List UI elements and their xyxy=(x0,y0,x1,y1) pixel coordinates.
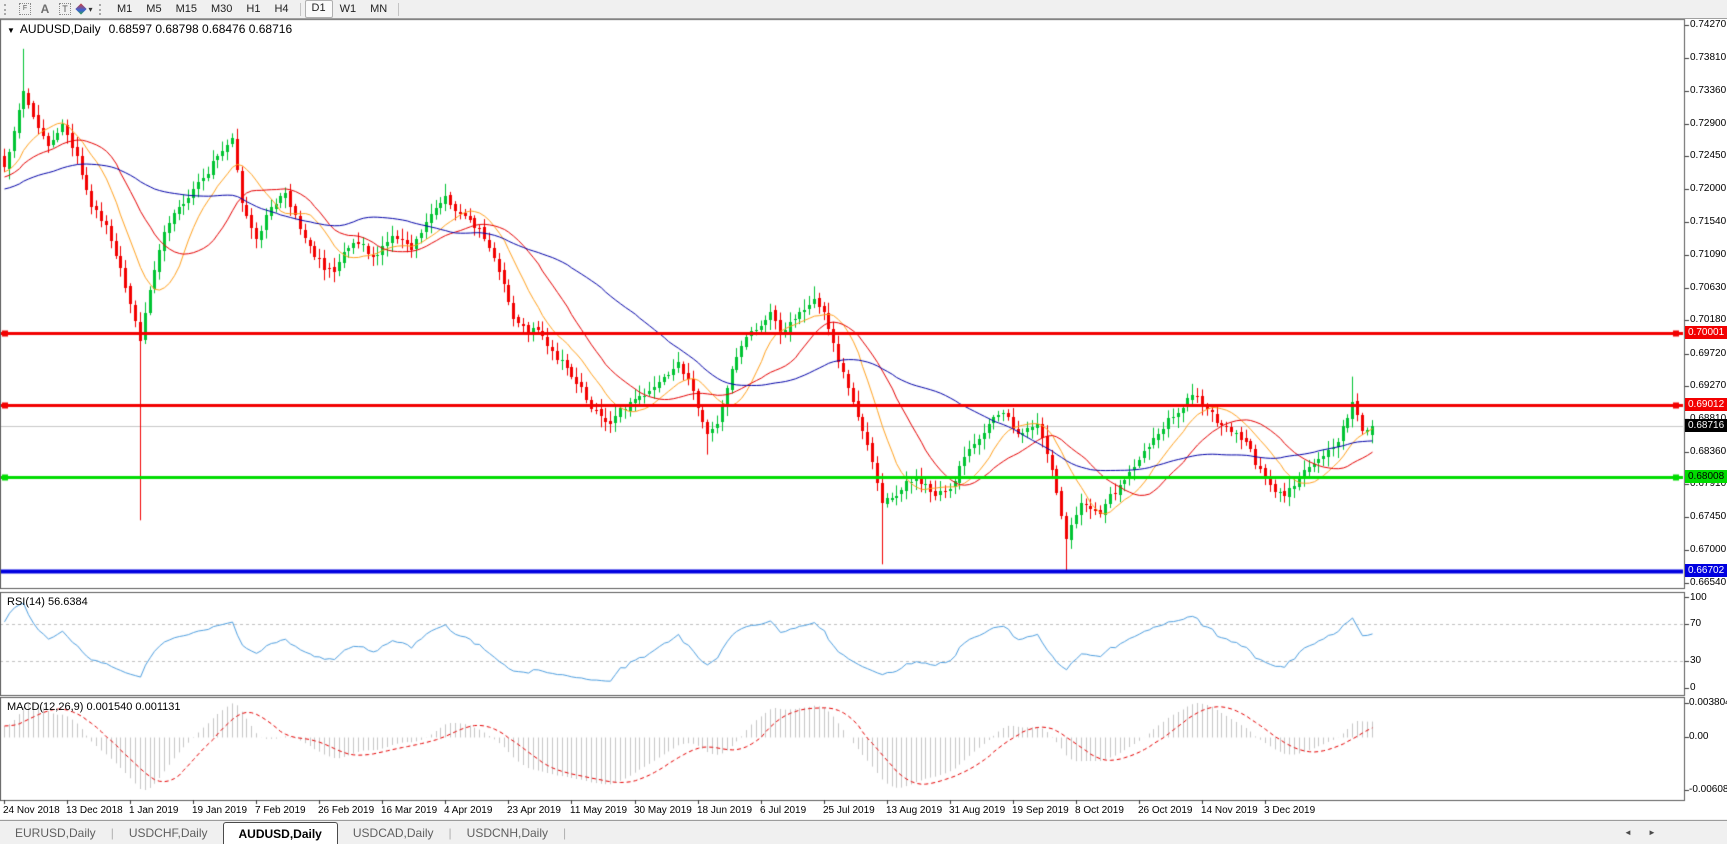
chart-ohlc-values: 0.68597 0.68798 0.68476 0.68716 xyxy=(108,22,293,36)
chart-tab-usdchf[interactable]: USDCHF,Daily xyxy=(114,821,223,844)
tab-separator: | xyxy=(563,826,567,840)
chart-tab-bar: EURUSD,Daily | USDCHF,Daily AUDUSD,Daily USD… xyxy=(0,820,1727,844)
chart-tab-usdcad[interactable]: USDCAD,Daily xyxy=(338,821,449,844)
timeframe-button-d1[interactable]: D1 xyxy=(304,0,333,18)
symbol-dropdown-icon[interactable]: ▼ xyxy=(7,26,15,35)
chart-tab-audusd[interactable]: AUDUSD,Daily xyxy=(222,822,338,844)
timeframe-button-mn[interactable]: MN xyxy=(363,1,394,17)
chart-tab-eurusd[interactable]: EURUSD,Daily xyxy=(0,821,111,844)
timeframe-button-m5[interactable]: M5 xyxy=(139,1,168,17)
toolbar-separator xyxy=(398,2,400,16)
text-tool-icon[interactable]: A xyxy=(35,1,55,17)
arrows-tool-icon[interactable]: ▾ xyxy=(75,1,95,17)
trading-terminal-window: F A T ▾ M1 M5 M15 M30 H1 H4 D1 W1 MN ▼ AUDUSD,Daily 0.… xyxy=(0,0,1727,844)
tab-scroll-left-icon[interactable]: ◄ xyxy=(1624,828,1632,837)
chart-symbol-period: AUDUSD,Daily xyxy=(19,22,101,36)
fibonacci-tool-icon[interactable]: F xyxy=(15,1,35,17)
chart-tab-usdcnh[interactable]: USDCNH,Daily xyxy=(452,821,563,844)
timeframe-button-h4[interactable]: H4 xyxy=(267,1,295,17)
tab-scroll-right-icon[interactable]: ► xyxy=(1648,828,1656,837)
timeframe-button-w1[interactable]: W1 xyxy=(333,1,364,17)
timeframe-button-m30[interactable]: M30 xyxy=(204,1,239,17)
timeframe-button-m15[interactable]: M15 xyxy=(169,1,204,17)
text-label-glyph: T xyxy=(59,3,71,15)
toolbar-grip xyxy=(4,3,9,15)
toolbar-separator xyxy=(299,2,301,16)
text-label-tool-icon[interactable]: T xyxy=(55,1,75,17)
macd-indicator-label: MACD(12,26,9) 0.001540 0.001131 xyxy=(7,701,181,713)
fibonacci-glyph: F xyxy=(19,3,31,15)
price-chart-canvas[interactable] xyxy=(0,0,1727,844)
rsi-indicator-label: RSI(14) 56.6384 xyxy=(7,596,88,608)
toolbar-grip xyxy=(99,3,104,15)
dropdown-caret-icon: ▾ xyxy=(88,4,93,14)
timeframe-button-h1[interactable]: H1 xyxy=(239,1,267,17)
timeframe-button-m1[interactable]: M1 xyxy=(110,1,139,17)
text-tool-glyph: A xyxy=(40,2,50,16)
arrows-diamond-glyph xyxy=(75,3,88,15)
chart-toolbar: F A T ▾ M1 M5 M15 M30 H1 H4 D1 W1 MN xyxy=(0,0,1727,19)
chart-title: ▼ AUDUSD,Daily 0.68597 0.68798 0.68476 0.6… xyxy=(7,22,292,36)
